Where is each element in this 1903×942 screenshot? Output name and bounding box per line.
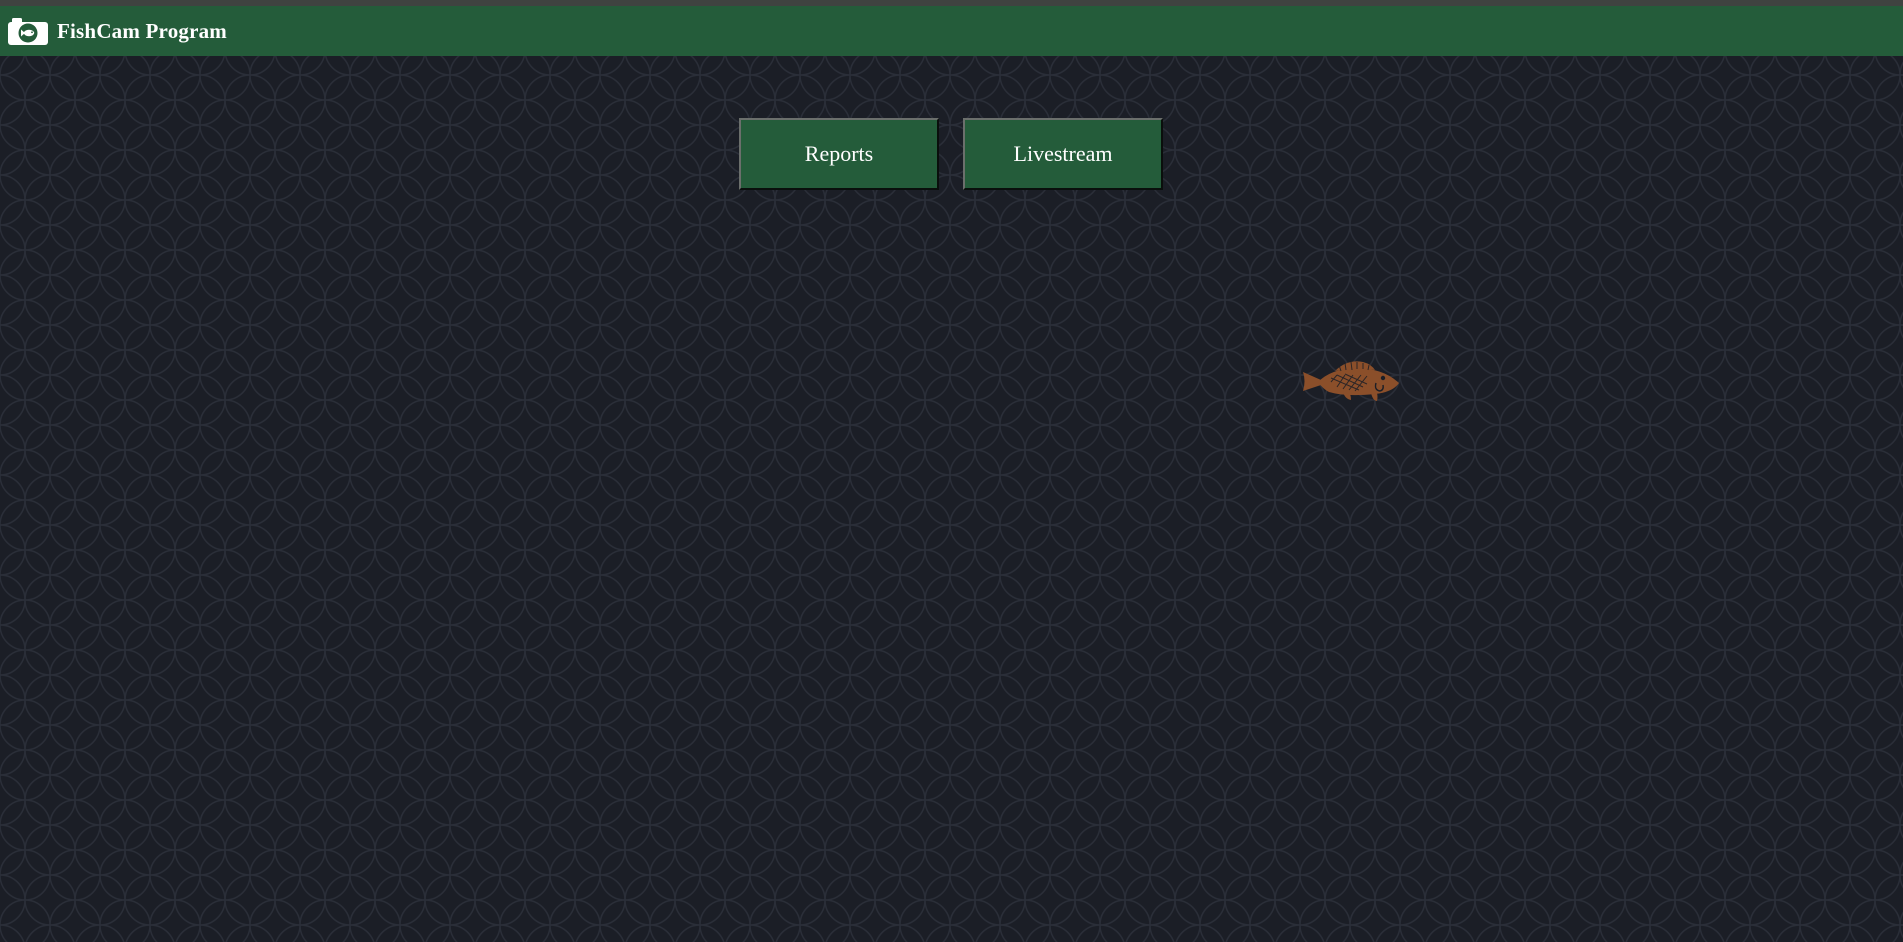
- main-nav: Reports Livestream: [739, 118, 1163, 190]
- camera-fish-icon: [8, 17, 48, 45]
- app-title: FishCam Program: [57, 18, 228, 43]
- reports-button[interactable]: Reports: [739, 118, 939, 190]
- livestream-button[interactable]: Livestream: [963, 118, 1163, 190]
- app-header: FishCam Program: [0, 6, 1903, 56]
- fish-icon: [1301, 360, 1401, 402]
